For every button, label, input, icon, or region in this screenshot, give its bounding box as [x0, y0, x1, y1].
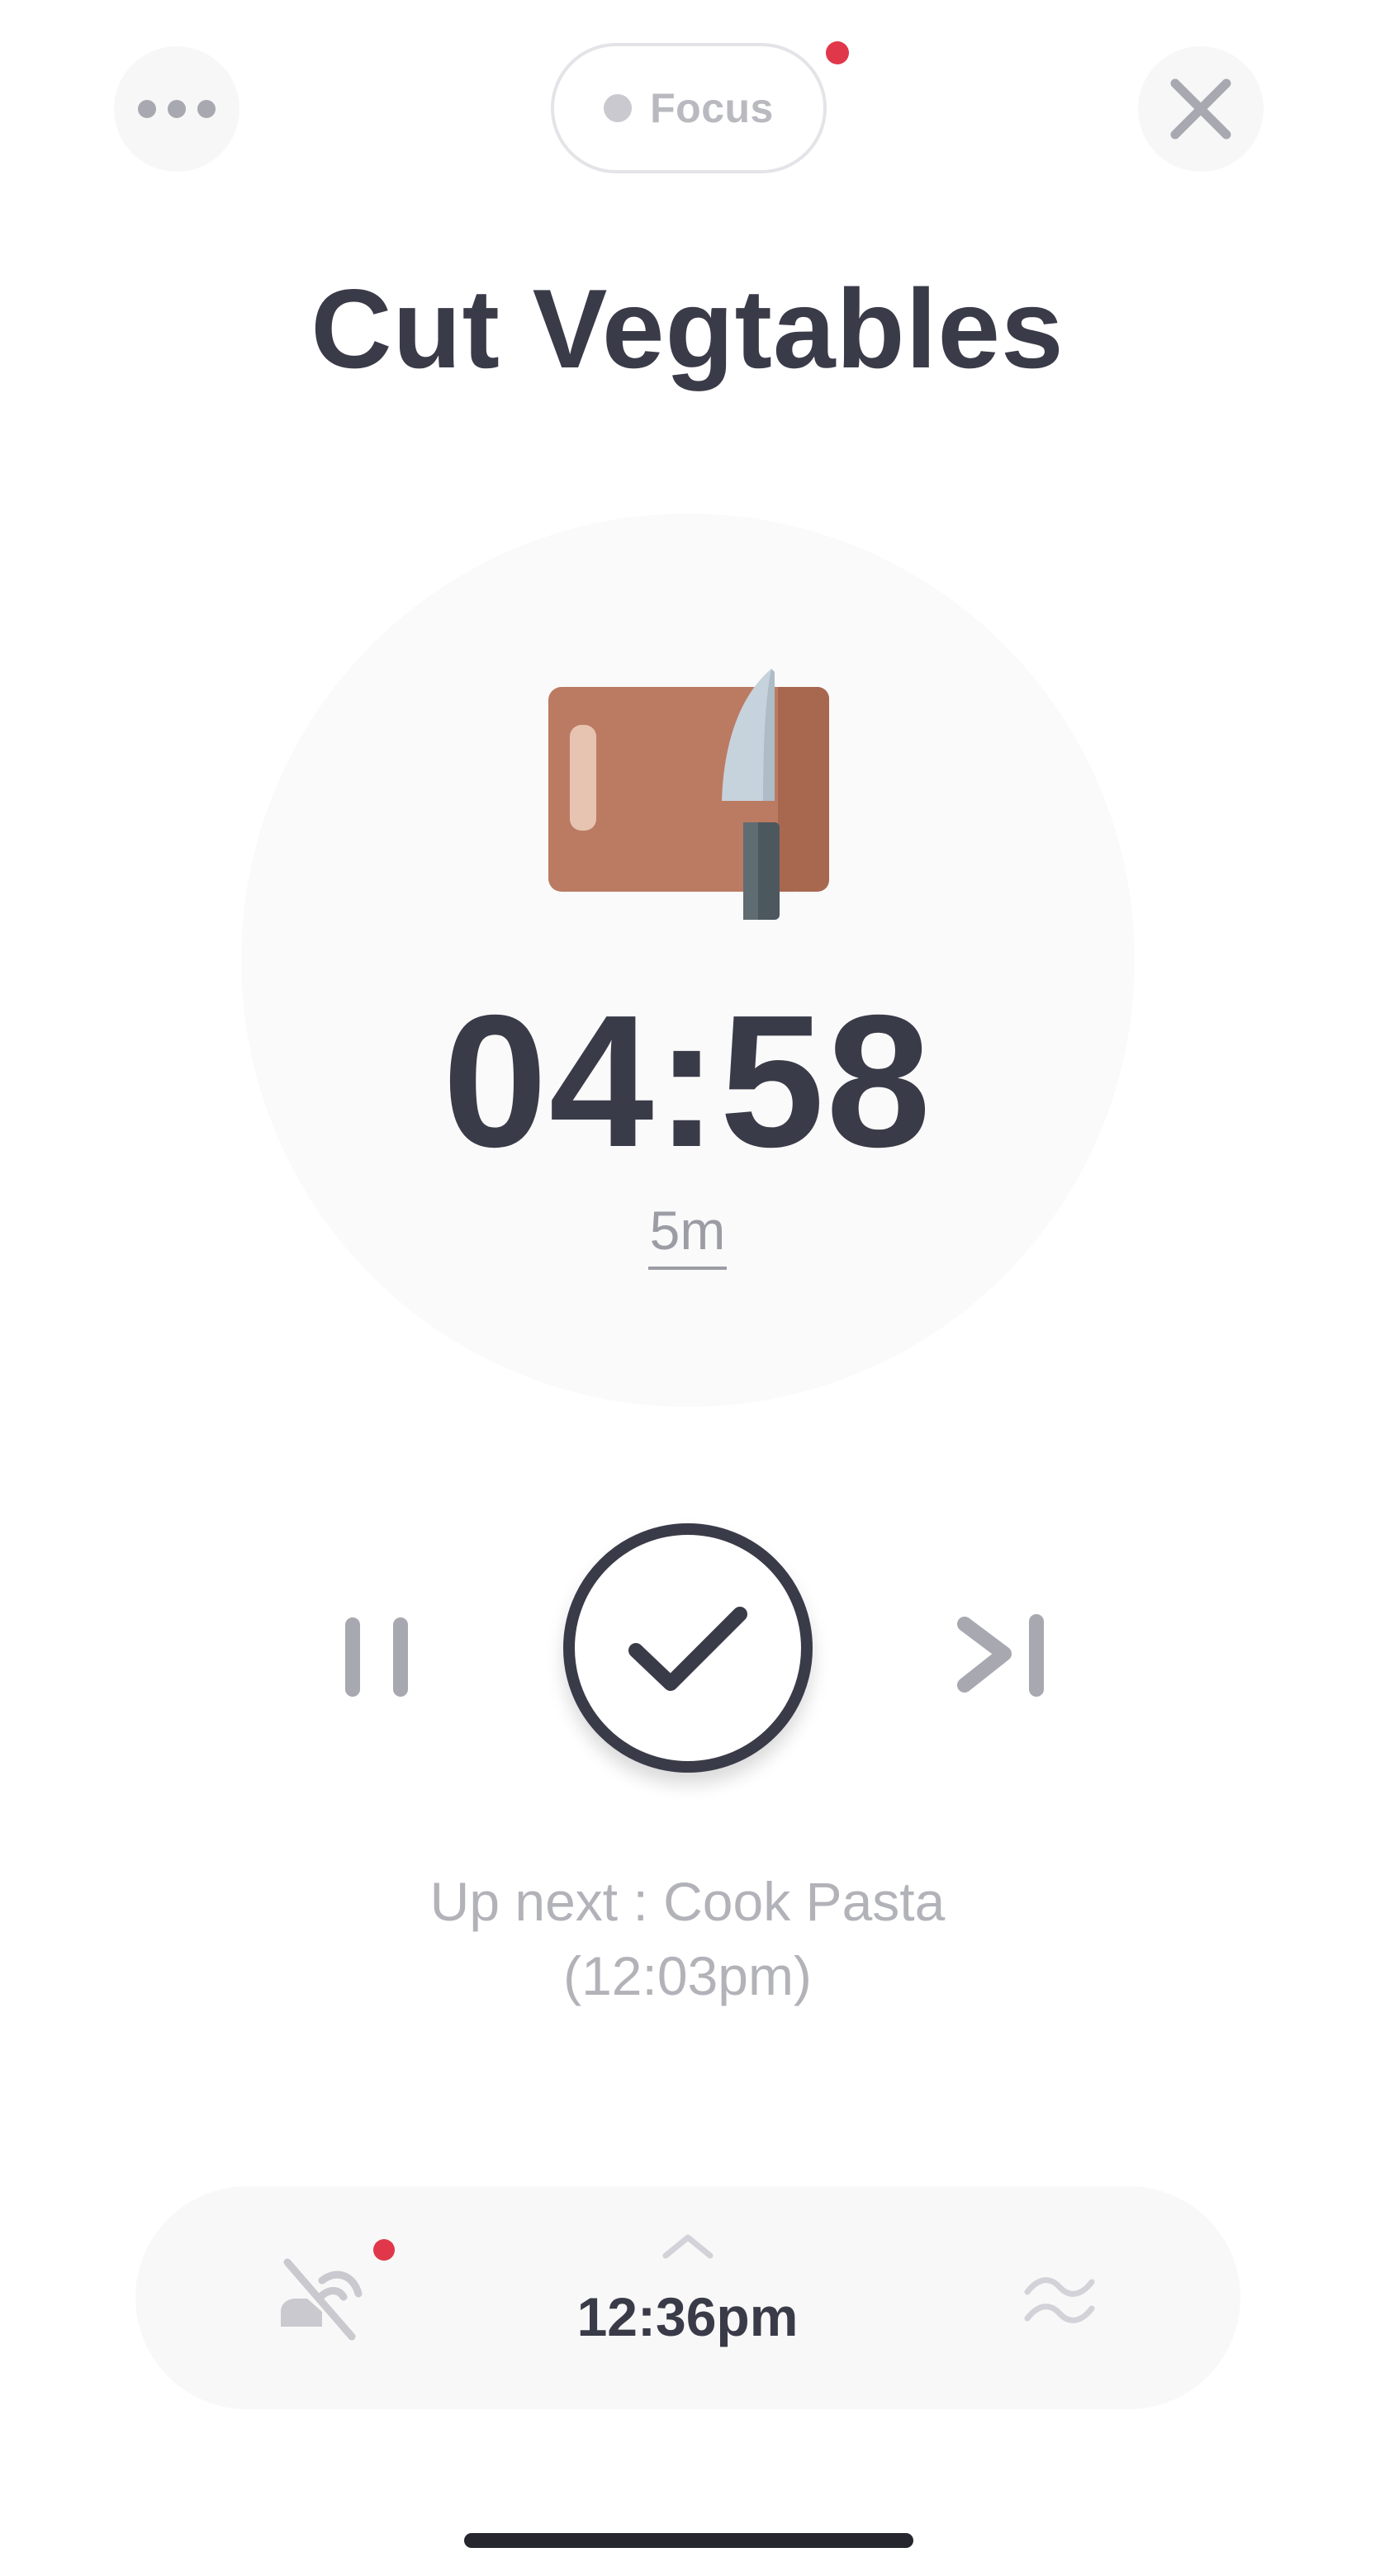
- close-icon: [1170, 78, 1231, 140]
- timer-remaining: 04:58: [442, 977, 933, 1186]
- focus-label: Focus: [650, 85, 774, 131]
- timer-circle: [241, 514, 1135, 1407]
- focus-mode-toggle[interactable]: Focus: [551, 43, 827, 173]
- more-options-button[interactable]: [114, 46, 239, 172]
- home-indicator[interactable]: [464, 2533, 913, 2548]
- up-next-task: Up next : Cook Pasta: [429, 1871, 946, 1932]
- task-title: Cut Vegtables: [311, 266, 1064, 391]
- focus-status-dot: [604, 94, 633, 122]
- close-button[interactable]: [1138, 46, 1264, 172]
- complete-task-button[interactable]: [563, 1523, 813, 1773]
- cutting-board-knife-icon: [548, 669, 829, 920]
- chevron-up-icon[interactable]: [661, 2229, 715, 2262]
- more-dot-icon: [197, 100, 216, 118]
- current-time[interactable]: 12:36pm: [0, 2285, 1375, 2348]
- up-next-time: (12:03pm): [563, 1945, 812, 2006]
- more-dot-icon: [138, 100, 156, 118]
- up-next-info: Up next : Cook Pasta (12:03pm): [0, 1864, 1375, 2013]
- focus-timer-screen: Focus Cut Vegtables 04:58 5m Up next: C…: [0, 0, 1375, 2576]
- checkmark-icon: [628, 1607, 747, 1691]
- sound-notification-dot: [373, 2239, 395, 2261]
- focus-notification-dot: [826, 41, 849, 64]
- more-dot-icon: [168, 100, 186, 118]
- skip-next-button[interactable]: [950, 1606, 1057, 1705]
- pause-button[interactable]: [330, 1606, 421, 1705]
- duration-text: 5m: [647, 1199, 728, 1270]
- timer-duration[interactable]: 5m: [0, 1199, 1375, 1270]
- waves-icon[interactable]: [1022, 2269, 1097, 2335]
